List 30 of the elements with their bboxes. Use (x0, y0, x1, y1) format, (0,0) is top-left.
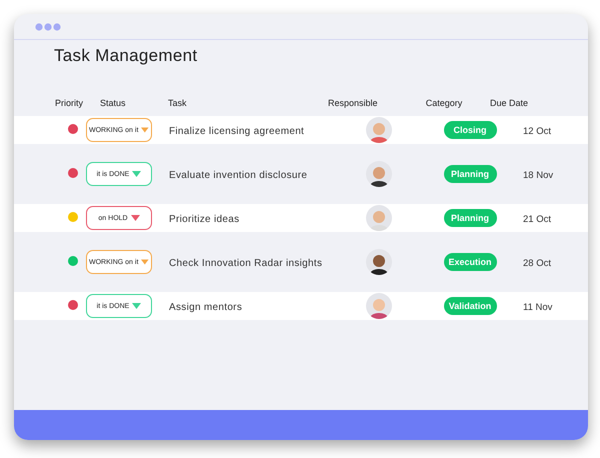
column-header: Priority (54, 98, 84, 108)
column-header: Category (424, 98, 464, 108)
column-header: Due Date (490, 98, 530, 108)
column-header: Responsible (328, 98, 379, 108)
due-date: 18 Nov (523, 170, 554, 181)
window-dots-icon (35, 22, 61, 30)
avatar-icon (366, 161, 392, 187)
due-date: 21 Oct (523, 214, 551, 225)
caret-icon (141, 259, 149, 265)
task-name: Assign mentors (169, 302, 242, 313)
task-name: Check Innovation Radar insights (169, 258, 322, 269)
category-tag: Execution (444, 253, 496, 271)
due-date: 28 Oct (523, 258, 551, 269)
caret-icon (132, 303, 142, 309)
caret-icon (130, 215, 140, 221)
window-title: Task Management (54, 46, 198, 67)
avatar-icon (366, 249, 392, 275)
due-date: 12 Oct (523, 126, 551, 137)
category-tag: Closing (444, 121, 496, 139)
task-name: Prioritize ideas (169, 214, 240, 225)
task-name: Evaluate invention disclosure (169, 170, 308, 181)
column-header: Status (100, 98, 127, 108)
caret-icon (141, 127, 149, 133)
caret-icon (132, 171, 142, 177)
category-tag: Planning (444, 209, 496, 227)
category-tag: Validation (444, 297, 496, 315)
category-tag: Planning (444, 165, 496, 183)
due-date: 11 Nov (523, 302, 552, 313)
column-header: Task (168, 98, 188, 108)
task-name: Finalize licensing agreement (169, 126, 304, 137)
